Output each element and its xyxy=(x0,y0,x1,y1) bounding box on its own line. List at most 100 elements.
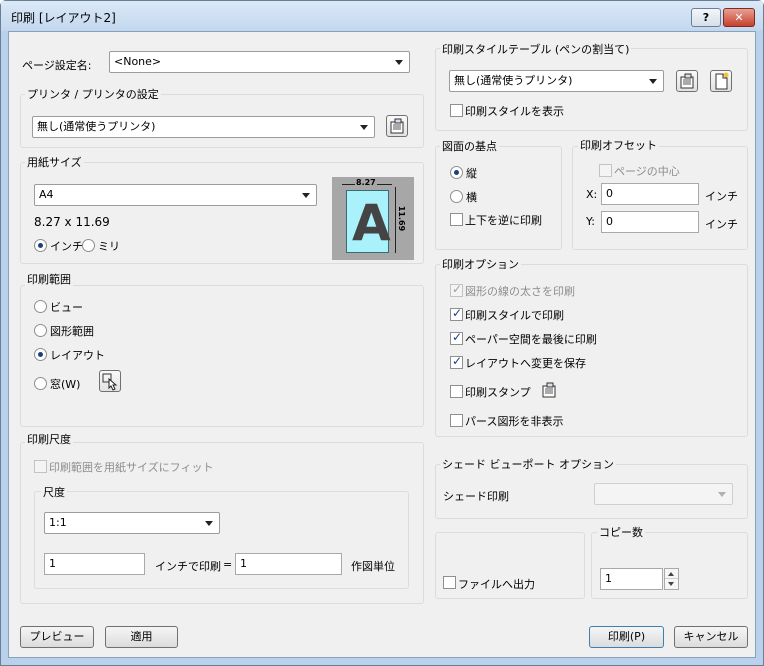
new-plot-style-button[interactable] xyxy=(710,70,732,92)
fit-to-paper-label: 印刷範囲を用紙サイズにフィット xyxy=(49,461,214,474)
scale-inches-label: インチで印刷 xyxy=(155,560,221,573)
hide-paperspace-objects-checkbox[interactable] xyxy=(450,414,463,427)
print-button[interactable]: 印刷(P) xyxy=(589,626,664,648)
area-view-label: ビュー xyxy=(50,301,83,314)
spin-down-button[interactable] xyxy=(665,579,678,589)
chevron-down-icon xyxy=(360,125,368,130)
plot-with-styles-checkbox[interactable] xyxy=(450,306,463,321)
chevron-up-icon xyxy=(668,572,674,576)
help-button[interactable]: ? xyxy=(691,8,721,27)
area-extents-label: 図形範囲 xyxy=(50,325,94,338)
chevron-down-icon xyxy=(205,521,213,526)
shade-group-label: シェード ビューポート オプション xyxy=(440,456,616,472)
page-setup-label: ページ設定名: xyxy=(22,59,92,72)
scale-select[interactable]: 1:1 xyxy=(44,512,220,534)
area-layout-label: レイアウト xyxy=(50,349,105,362)
chevron-down-icon xyxy=(718,492,726,497)
offset-x-unit: インチ xyxy=(705,190,738,203)
new-document-icon xyxy=(715,72,729,90)
fit-to-paper-checkbox[interactable] xyxy=(34,460,47,473)
paper-preview-width: 8.27 xyxy=(355,178,377,187)
printer-properties-button[interactable] xyxy=(386,115,408,137)
window-title: 印刷 [レイアウト2] xyxy=(11,11,116,25)
plot-stamp-settings-button[interactable] xyxy=(539,380,561,402)
print-dialog: 印刷 [レイアウト2] ? ✕ ページ設定名: <None> プリンタ / プリ… xyxy=(0,0,764,666)
plot-to-file-label: ファイルへ出力 xyxy=(458,578,535,591)
display-styles-label: 印刷スタイルを表示 xyxy=(465,105,564,118)
copies-input[interactable]: 1 xyxy=(600,568,663,590)
close-button[interactable]: ✕ xyxy=(723,8,755,27)
orientation-group-label: 図面の基点 xyxy=(440,138,499,154)
copies-group-label: コピー数 xyxy=(597,524,645,540)
area-window-radio[interactable] xyxy=(34,377,47,390)
plot-style-select[interactable]: 無し(通常使うプリンタ) xyxy=(449,70,664,92)
paper-preview: A 8.27 11.69 xyxy=(332,177,414,260)
paper-preview-letter: A xyxy=(352,194,391,252)
plot-to-file-checkbox[interactable] xyxy=(443,576,456,589)
chevron-down-icon xyxy=(668,582,674,586)
offset-x-label: X: xyxy=(586,188,598,201)
title-bar: 印刷 [レイアウト2] ? ✕ xyxy=(1,1,763,31)
apply-button[interactable]: 適用 xyxy=(105,626,178,648)
copies-spinner[interactable] xyxy=(664,568,679,590)
preview-button[interactable]: プレビュー xyxy=(20,626,94,648)
plot-offset-group-label: 印刷オフセット xyxy=(578,137,659,153)
area-layout-radio[interactable] xyxy=(34,348,47,361)
plot-lineweights-label: 図形の線の太さを印刷 xyxy=(465,285,575,298)
save-to-layout-checkbox[interactable] xyxy=(450,354,463,369)
save-to-layout-label: レイアウトへ変更を保存 xyxy=(465,357,586,370)
scale-subgroup-label: 尺度 xyxy=(41,484,67,500)
landscape-radio[interactable] xyxy=(450,190,463,203)
plot-stamp-checkbox[interactable] xyxy=(450,385,463,398)
edit-plot-style-button[interactable] xyxy=(676,70,698,92)
area-extents-radio[interactable] xyxy=(34,324,47,337)
printer-group-label: プリンタ / プリンタの設定 xyxy=(25,86,161,102)
plot-lineweights-checkbox[interactable] xyxy=(450,282,463,297)
plot-style-group-label: 印刷スタイルテーブル (ペンの割当て) xyxy=(440,41,632,57)
inch-label: インチ xyxy=(50,240,83,253)
offset-x-input[interactable]: 0 xyxy=(601,183,699,205)
printer-select[interactable]: 無し(通常使うプリンタ) xyxy=(32,116,375,138)
scale-inches-input[interactable]: 1 xyxy=(44,553,145,575)
inch-radio[interactable] xyxy=(34,239,47,252)
center-plot-label: ページの中心 xyxy=(614,165,680,178)
printer-properties-icon xyxy=(390,118,404,134)
portrait-label: 縦 xyxy=(466,167,477,180)
mm-label: ミリ xyxy=(98,240,120,253)
plot-with-styles-label: 印刷スタイルで印刷 xyxy=(465,309,564,322)
paper-preview-height: 11.69 xyxy=(397,204,407,233)
plot-options-group-label: 印刷オプション xyxy=(440,256,521,272)
paperspace-last-label: ペーパー空間を最後に印刷 xyxy=(465,333,597,346)
landscape-label: 横 xyxy=(466,191,477,204)
print-area-group-label: 印刷範囲 xyxy=(25,271,73,287)
center-plot-checkbox[interactable] xyxy=(599,164,612,177)
offset-y-label: Y: xyxy=(586,215,595,228)
chevron-down-icon xyxy=(395,60,403,65)
scale-units-label: 作図単位 xyxy=(351,560,395,573)
scale-units-input[interactable]: 1 xyxy=(235,553,342,575)
portrait-radio[interactable] xyxy=(450,166,463,179)
mm-radio[interactable] xyxy=(82,239,95,252)
pick-window-button[interactable] xyxy=(99,370,121,392)
paper-size-select[interactable]: A4 xyxy=(34,184,317,206)
shade-plot-label: シェード印刷 xyxy=(443,490,509,503)
offset-y-input[interactable]: 0 xyxy=(601,211,699,233)
paper-group-label: 用紙サイズ xyxy=(25,154,84,170)
plot-scale-group-label: 印刷尺度 xyxy=(25,431,73,447)
display-styles-checkbox[interactable] xyxy=(450,104,463,117)
upside-down-label: 上下を逆に印刷 xyxy=(465,214,542,227)
spin-up-button[interactable] xyxy=(665,569,678,579)
paperspace-last-checkbox[interactable] xyxy=(450,330,463,345)
scale-equals: = xyxy=(223,558,233,571)
dialog-body: ページ設定名: <None> プリンタ / プリンタの設定 無し(通常使うプリン… xyxy=(8,31,756,658)
pick-cursor-icon xyxy=(102,373,118,391)
shade-plot-select[interactable] xyxy=(594,483,733,505)
offset-y-unit: インチ xyxy=(705,218,738,231)
area-view-radio[interactable] xyxy=(34,300,47,313)
plot-stamp-label: 印刷スタンプ xyxy=(465,386,531,399)
cancel-button[interactable]: キャンセル xyxy=(674,626,748,648)
page-setup-select[interactable]: <None> xyxy=(109,51,410,73)
stamp-settings-icon xyxy=(542,382,556,398)
chevron-down-icon xyxy=(649,79,657,84)
upside-down-checkbox[interactable] xyxy=(450,213,463,226)
